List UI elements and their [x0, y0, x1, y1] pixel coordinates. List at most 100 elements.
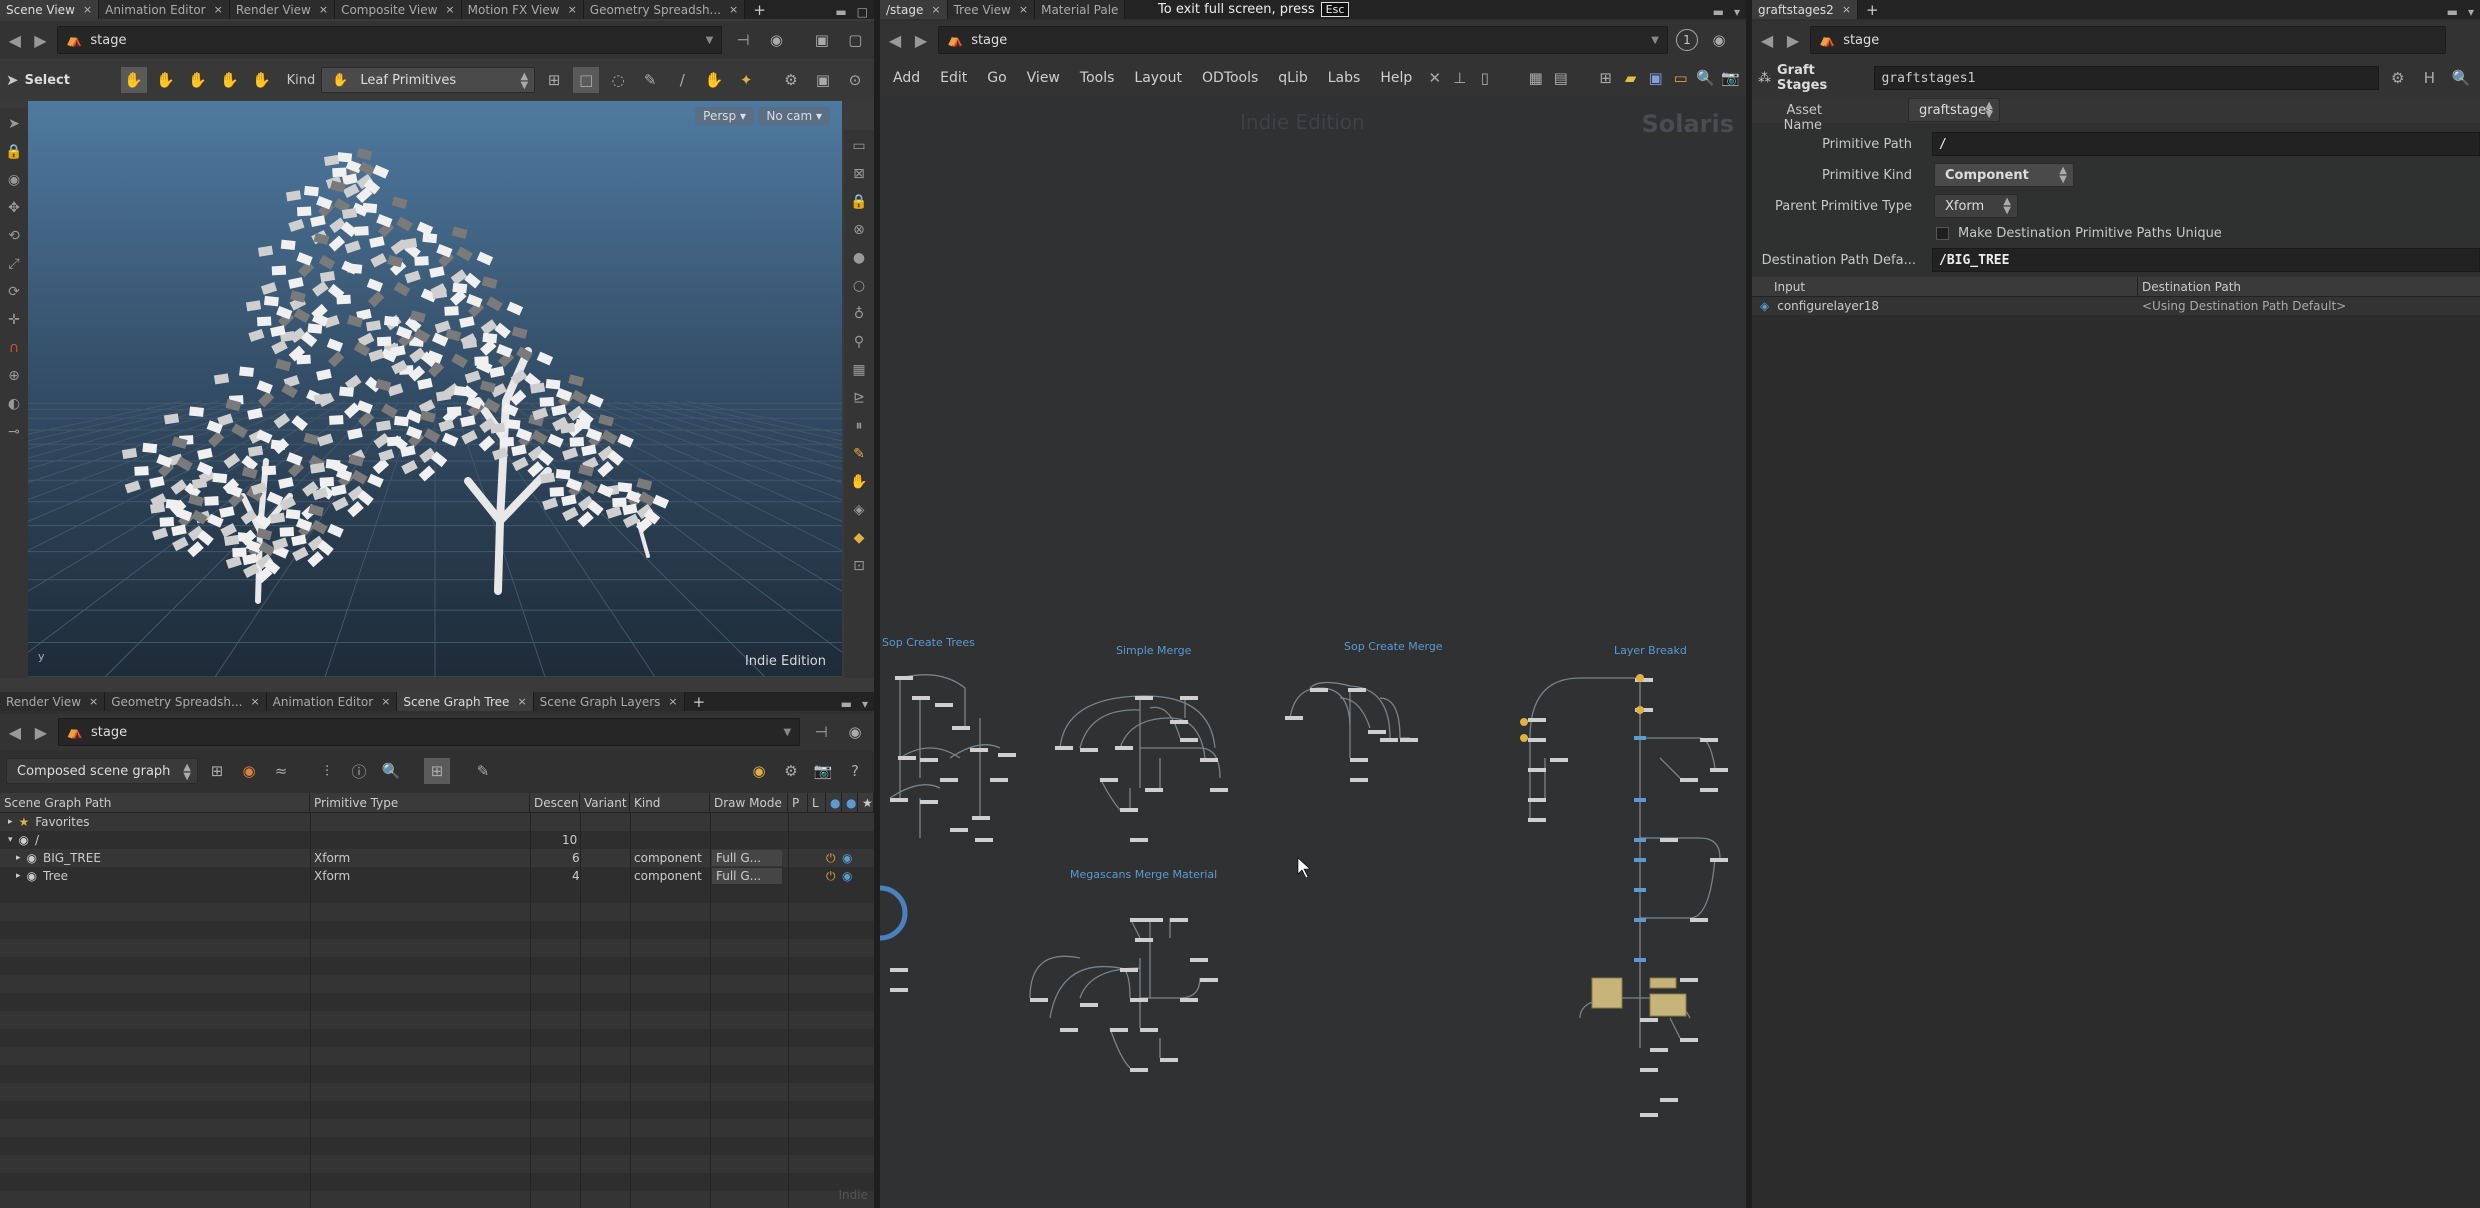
orient-icon[interactable]: ◐ [2, 392, 26, 416]
point-light-icon[interactable]: ⚲ [847, 330, 871, 354]
table-row[interactable]: ▸ ◉ BIG_TREE Xform 6 component Full G... ⏻… [0, 849, 874, 867]
primitive-kind-dropdown[interactable]: Component ▲ ▼ [1934, 163, 2074, 187]
draw-mode-dropdown[interactable]: Full G... [712, 850, 782, 866]
camera-nocam-button[interactable]: No cam ▾ [758, 107, 830, 125]
col-payload[interactable]: P [788, 793, 808, 813]
menu-layout[interactable]: Layout [1127, 70, 1189, 86]
tab-stage[interactable]: /stage × [880, 0, 948, 19]
lights-icon[interactable]: ⊙ [842, 67, 868, 93]
link-icon[interactable]: ◉ [764, 27, 789, 53]
visibility-eye-icon[interactable]: ◉ [838, 867, 852, 885]
favorites-row[interactable]: ▸ ★ Favorites [0, 813, 874, 831]
tab-scene-view[interactable]: Scene View × [0, 0, 100, 19]
tab-tree-view[interactable]: Tree View × [947, 0, 1036, 19]
lock-icon[interactable]: 🔒 [2, 140, 26, 164]
lasso-select-icon[interactable]: ◌ [605, 67, 631, 93]
selection-options-icon[interactable]: ⊞ [541, 67, 567, 93]
filter-icon[interactable]: ⫶ [314, 758, 340, 784]
network-box-icon[interactable]: ▭ [1671, 65, 1690, 91]
light-icon[interactable]: ○ [847, 274, 871, 298]
display-icon[interactable]: ▣ [809, 27, 834, 53]
expand-arrow-icon[interactable]: ▸ [8, 817, 13, 827]
pane-menu-icon[interactable]: ▬ [2447, 5, 2458, 19]
node-name-field[interactable]: graftstages1 [1874, 66, 2379, 90]
kind-dropdown[interactable]: ✋ Leaf Primitives ▲ ▼ [321, 67, 536, 93]
activate-icon[interactable]: ⏻ [822, 849, 836, 867]
select-arrow-icon[interactable]: ➤ [6, 71, 19, 89]
forward-arrow-icon[interactable]: ▶ [32, 723, 50, 742]
tab-animation-editor[interactable]: Animation Editor × [266, 692, 398, 711]
expand-icon[interactable]: ⊞ [424, 758, 450, 784]
expand-arrow-icon[interactable]: ▾ [8, 835, 13, 845]
chevron-down-icon[interactable]: ▼ [1651, 35, 1659, 46]
close-icon[interactable]: × [445, 3, 454, 16]
select-leaf-icon[interactable]: ✋ [217, 67, 243, 93]
lock-camera-icon[interactable]: 🔒 [847, 190, 871, 214]
help-icon[interactable]: H [2417, 65, 2443, 91]
handle-tool-icon[interactable]: ✥ [2, 196, 26, 220]
table-row[interactable]: ◈ configurelayer18 <Using Destination Pat… [1752, 297, 2480, 315]
activate-icon[interactable]: ⏻ [822, 867, 836, 885]
pause-icon[interactable]: ⏸ [847, 414, 871, 438]
wrench-icon[interactable]: ✕ [1425, 65, 1444, 91]
forward-arrow-icon[interactable]: ▶ [32, 31, 50, 50]
pane-menu-icon[interactable]: ▬ [1713, 5, 1724, 19]
network-path-field[interactable]: ⛺ stage ▼ [57, 26, 723, 54]
dest-default-field[interactable]: /BIG_TREE [1932, 248, 2480, 272]
select-primitive-icon[interactable]: ✋ [153, 67, 179, 93]
flipbook-icon[interactable]: ⊡ [847, 554, 871, 578]
close-icon[interactable]: × [214, 3, 223, 16]
render-settings-icon[interactable]: ◉ [746, 758, 772, 784]
tab-render-view[interactable]: Render View × [0, 692, 106, 711]
tab-scene-graph-tree[interactable]: Scene Graph Tree × [397, 692, 534, 711]
menu-qlib[interactable]: qLib [1271, 70, 1314, 86]
camera-icon[interactable]: 📷 [1721, 65, 1740, 91]
back-arrow-icon[interactable]: ◀ [886, 31, 904, 50]
list-icon[interactable]: ▤ [1551, 65, 1570, 91]
translate-tool-icon[interactable]: ✛ [2, 308, 26, 332]
box-select-icon[interactable]: □ [573, 67, 600, 93]
light-link-icon[interactable]: ≈ [268, 758, 294, 784]
close-icon[interactable]: × [668, 695, 677, 708]
select-tool-icon[interactable]: ➤ [2, 112, 26, 136]
tab-graftstages2[interactable]: graftstages2 × [1752, 0, 1859, 19]
table-row[interactable]: ▸ ◉ Tree Xform 4 component Full G... ⏻ ◉ [0, 867, 874, 885]
maximize-icon[interactable]: ▾ [862, 697, 868, 711]
select-instance-icon[interactable]: ✋ [249, 67, 275, 93]
maximize-icon[interactable]: □ [857, 5, 868, 19]
ghost-icon[interactable]: ● [847, 246, 871, 270]
root-row[interactable]: ▾ ◉/ 10 [0, 831, 874, 849]
back-arrow-icon[interactable]: ◀ [1758, 31, 1776, 50]
menu-go[interactable]: Go [980, 70, 1013, 86]
headlight-icon[interactable]: ♁ [847, 302, 871, 326]
display-options-gear-icon[interactable]: ⚙ [778, 67, 804, 93]
back-arrow-icon[interactable]: ◀ [6, 31, 24, 50]
menu-tools[interactable]: Tools [1073, 70, 1122, 86]
menu-odtools[interactable]: ODTools [1195, 70, 1265, 86]
handles-icon[interactable]: ✎ [847, 442, 871, 466]
guides-icon[interactable]: ✋ [847, 470, 871, 494]
snapshot-camera-icon[interactable]: 📷 [810, 758, 836, 784]
camera-icon[interactable]: ▣ [810, 67, 836, 93]
search-icon[interactable]: 🔍 [1696, 65, 1715, 91]
grid-icon[interactable]: ▦ [1526, 65, 1545, 91]
col-favorite-star-icon[interactable]: ★ [858, 793, 874, 813]
tab-geometry-spreadsheet[interactable]: Geometry Spreadsh... × [583, 0, 746, 19]
back-arrow-icon[interactable]: ◀ [6, 723, 24, 742]
render-region-icon[interactable]: ▦ [847, 358, 871, 382]
tab-animation-editor[interactable]: Animation Editor × [99, 0, 230, 19]
settings-gear-icon[interactable]: ⚙ [778, 758, 804, 784]
close-icon[interactable]: × [729, 3, 738, 16]
secure-selection-icon[interactable]: ✋ [701, 67, 727, 93]
col-primitive-type[interactable]: Primitive Type [310, 793, 530, 813]
background-icon[interactable]: ▭ [847, 134, 871, 158]
menu-help[interactable]: Help [1373, 70, 1419, 86]
select-mode-icon[interactable]: ✋ [120, 67, 147, 93]
page-number-badge[interactable]: 1 [1676, 29, 1698, 51]
pin-icon[interactable]: ⊣ [730, 27, 755, 53]
thumbnail-icon[interactable]: ⊞ [1596, 65, 1615, 91]
pane-menu-icon[interactable]: ▬ [841, 697, 852, 711]
sticky-note-icon[interactable]: ▯ [1475, 65, 1494, 91]
highlight-icon[interactable]: ✦ [733, 67, 759, 93]
maximize-icon[interactable]: ▾ [1734, 5, 1740, 19]
